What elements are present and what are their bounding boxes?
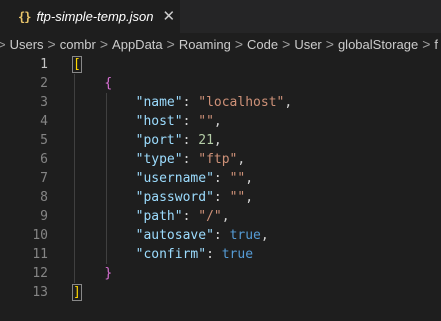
code-line: 1[: [0, 55, 441, 74]
tab-filename: ftp-simple-temp.json: [36, 9, 154, 24]
json-file-icon: {}: [18, 9, 31, 24]
line-number: 1: [40, 57, 48, 72]
breadcrumb-separator-icon: >: [47, 36, 56, 52]
line-code: "password": "",: [135, 190, 254, 205]
json-value: "": [229, 190, 246, 205]
comma: ,: [284, 95, 293, 110]
line-number: 12: [32, 266, 48, 281]
json-value: "/": [198, 209, 222, 224]
breadcrumb-lead-chevron[interactable]: >: [0, 37, 10, 52]
line-code: "host": "",: [135, 114, 222, 129]
line-code: "path": "/",: [135, 209, 230, 224]
json-key: "password": [135, 190, 214, 205]
line-number: 2: [40, 76, 48, 91]
breadcrumb-separator-icon: >: [234, 36, 244, 52]
code-line: 12 }: [0, 264, 441, 283]
code-editor[interactable]: 1[2 {3 "name": "localhost", 4 "host": "",…: [0, 55, 441, 321]
line-code: "confirm": true: [135, 247, 254, 262]
line-number: 8: [40, 190, 48, 205]
comma: ,: [213, 133, 222, 148]
code-line: 13]: [0, 283, 441, 302]
code-line: 3 "name": "localhost",: [0, 93, 441, 112]
line-code: [: [72, 55, 82, 74]
comma: ,: [260, 228, 269, 243]
tab-bar: {} ftp-simple-temp.json ✕: [0, 0, 441, 33]
breadcrumb-item[interactable]: User: [294, 37, 321, 52]
line-number: 4: [40, 114, 48, 129]
breadcrumb-item[interactable]: Roaming: [179, 37, 231, 52]
comma: ,: [245, 190, 254, 205]
close-bracket: ]: [72, 284, 82, 301]
breadcrumb-separator-icon: >: [166, 36, 175, 52]
breadcrumb-item[interactable]: combr: [60, 37, 96, 52]
line-number: 6: [40, 152, 48, 167]
code-line: 11 "confirm": true: [0, 245, 441, 264]
line-code: "port": 21,: [135, 133, 222, 148]
comma: ,: [221, 209, 230, 224]
line-code: "username": "",: [135, 171, 254, 186]
json-value: true: [221, 247, 254, 262]
comma: ,: [213, 114, 222, 129]
line-code: "autosave": true,: [135, 228, 269, 243]
line-number: 3: [40, 95, 48, 110]
json-key: "autosave": [135, 228, 214, 243]
line-number: 5: [40, 133, 48, 148]
breadcrumb-separator-icon: >: [282, 36, 291, 52]
line-number: 13: [32, 285, 48, 300]
line-number: 10: [32, 228, 48, 243]
json-key: "username": [135, 171, 214, 186]
json-key: "port": [135, 133, 183, 148]
json-value: true: [229, 228, 261, 243]
json-key: "type": [135, 152, 183, 167]
line-code: }: [73, 264, 112, 283]
breadcrumb-separator-icon: >: [99, 36, 109, 52]
code-line: 5 "port": 21,: [0, 131, 441, 150]
breadcrumb-separator-icon: >: [422, 36, 431, 52]
breadcrumb-item[interactable]: AppData: [112, 37, 163, 52]
json-key: "path": [135, 209, 183, 224]
line-code: {: [73, 74, 112, 93]
breadcrumb-item[interactable]: Users: [10, 37, 44, 52]
line-number: 9: [40, 209, 48, 224]
close-brace: }: [104, 266, 113, 281]
breadcrumb-item[interactable]: globalStorage: [338, 37, 418, 52]
line-number: 11: [32, 247, 48, 262]
breadcrumb: > Users > combr > AppData > Roaming > Code > User > g…: [0, 33, 441, 55]
code-line: 8 "password": "",: [0, 188, 441, 207]
json-key: "host": [135, 114, 183, 129]
indent-guide: [106, 93, 107, 264]
code-line: 4 "host": "",: [0, 112, 441, 131]
json-key: "name": [135, 95, 183, 110]
close-icon[interactable]: ✕: [163, 9, 176, 24]
line-number: 7: [40, 171, 48, 186]
indent-guide: [74, 74, 75, 283]
open-brace: {: [104, 76, 113, 91]
json-value: "ftp": [198, 152, 238, 167]
code-line: 7 "username": "",: [0, 169, 441, 188]
comma: ,: [245, 171, 254, 186]
breadcrumb-item[interactable]: f: [434, 37, 438, 52]
code-line: 2 {: [0, 74, 441, 93]
json-key: "confirm": [135, 247, 207, 262]
code-line: 6 "type": "ftp",: [0, 150, 441, 169]
code-line: 10 "autosave": true,: [0, 226, 441, 245]
json-value: "": [198, 114, 214, 129]
breadcrumb-separator-icon: >: [325, 36, 334, 52]
code-line: 9 "path": "/",: [0, 207, 441, 226]
json-value: "": [229, 171, 246, 186]
comma: ,: [237, 152, 246, 167]
editor-tab-ftp-simple-temp[interactable]: {} ftp-simple-temp.json ✕: [0, 0, 180, 33]
breadcrumb-item[interactable]: Code: [247, 37, 278, 52]
json-value: "localhost": [198, 95, 285, 110]
json-value: 21: [198, 133, 214, 148]
open-bracket: [: [72, 56, 82, 73]
line-code: "type": "ftp",: [135, 152, 246, 167]
line-code: ]: [72, 283, 82, 302]
